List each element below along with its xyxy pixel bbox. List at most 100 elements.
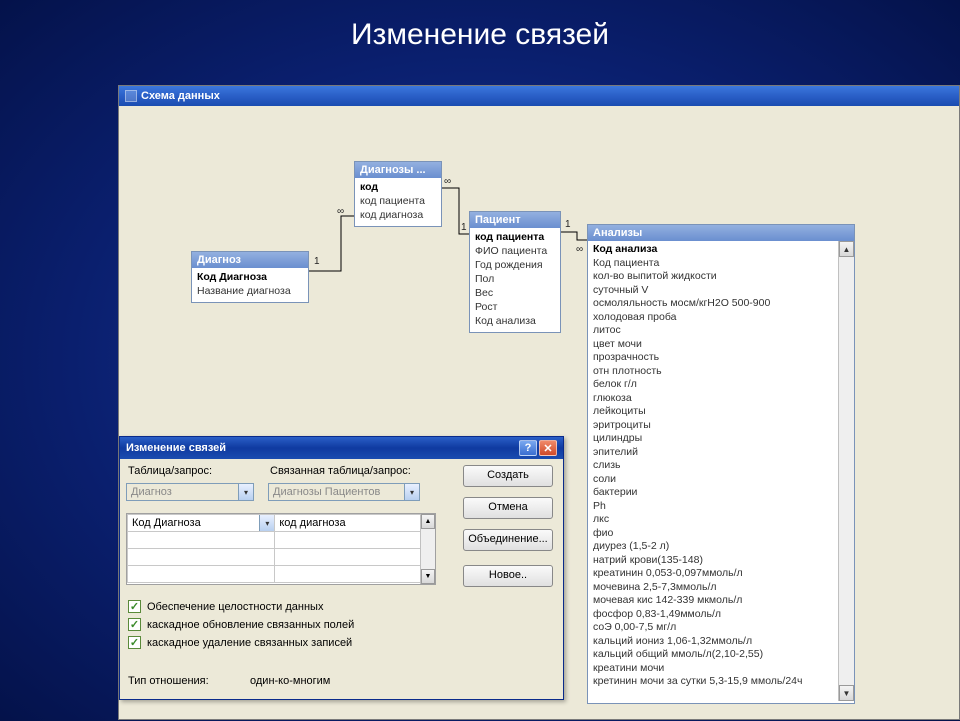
field-mapping-grid[interactable]: Код Диагноза ▾ код диагноза ▲ ▼	[126, 513, 436, 585]
chevron-down-icon[interactable]: ▾	[404, 484, 419, 500]
schema-title-text: Схема данных	[141, 90, 220, 102]
dialog-title-text: Изменение связей	[126, 442, 226, 454]
field[interactable]: бактерии	[593, 486, 833, 500]
field[interactable]: креатини мочи	[593, 662, 833, 676]
analizy-scrollbar[interactable]: ▲ ▼	[838, 241, 854, 701]
field[interactable]: фио	[593, 527, 833, 541]
field[interactable]: белок г/л	[593, 378, 833, 392]
grid-cell-right-0[interactable]: код диагноза	[275, 515, 435, 532]
cardinality-one: 1	[314, 256, 320, 267]
grid-cell[interactable]	[128, 532, 275, 549]
grid-scrollbar[interactable]: ▲ ▼	[420, 514, 435, 584]
grid-cell[interactable]	[275, 532, 435, 549]
table-analizy[interactable]: Анализы Код анализаКод пациентакол-во вы…	[587, 224, 855, 704]
field[interactable]: мочевая кис 142-339 мкмоль/л	[593, 594, 833, 608]
grid-cell[interactable]	[128, 566, 275, 583]
field[interactable]: Код Диагноза	[197, 270, 303, 284]
field[interactable]: цилиндры	[593, 432, 833, 446]
field[interactable]: холодовая проба	[593, 311, 833, 325]
combo-right-table[interactable]: Диагнозы Пациентов ▾	[268, 483, 420, 501]
scroll-down-icon[interactable]: ▼	[421, 569, 435, 584]
create-button[interactable]: Создать	[463, 465, 553, 487]
field[interactable]: лкс	[593, 513, 833, 527]
field[interactable]: Название диагноза	[197, 284, 303, 298]
field[interactable]: эпителий	[593, 446, 833, 460]
new-button[interactable]: Новое..	[463, 565, 553, 587]
cardinality-many: ∞	[444, 176, 451, 187]
table-diagnozy-header[interactable]: Диагнозы ...	[355, 162, 441, 178]
slide-title: Изменение связей	[0, 0, 960, 62]
scroll-down-icon[interactable]: ▼	[839, 685, 854, 701]
window-icon	[125, 90, 137, 102]
schema-canvas[interactable]: Диагноз Код Диагноза Название диагноза 1…	[119, 106, 959, 719]
cancel-button[interactable]: Отмена	[463, 497, 553, 519]
check-cascade-delete[interactable]: ✓ каскадное удаление связанных записей	[128, 636, 354, 649]
field[interactable]: кальций общий ммоль/л(2,10-2,55)	[593, 648, 833, 662]
label-table-query: Таблица/запрос:	[128, 465, 212, 477]
schema-titlebar[interactable]: Схема данных	[119, 86, 959, 106]
combo-left-value: Диагноз	[131, 486, 172, 498]
field[interactable]: Пол	[475, 272, 555, 286]
field[interactable]: Год рождения	[475, 258, 555, 272]
field[interactable]: ФИО пациента	[475, 244, 555, 258]
field[interactable]: лейкоциты	[593, 405, 833, 419]
field[interactable]: Ph	[593, 500, 833, 514]
schema-data-window: Схема данных Диагноз Код Диагноза Назван…	[118, 85, 960, 720]
field[interactable]: Код пациента	[593, 257, 833, 271]
field[interactable]: соли	[593, 473, 833, 487]
checkbox-icon[interactable]: ✓	[128, 636, 141, 649]
check-cascade-update[interactable]: ✓ каскадное обновление связанных полей	[128, 618, 354, 631]
table-diagnoz[interactable]: Диагноз Код Диагноза Название диагноза	[191, 251, 309, 303]
field[interactable]: кретинин мочи за сутки 5,3-15,9 ммоль/24…	[593, 675, 833, 689]
close-button[interactable]: ✕	[539, 440, 557, 456]
table-patient[interactable]: Пациент код пациента ФИО пациента Год ро…	[469, 211, 561, 333]
field[interactable]: натрий крови(135-148)	[593, 554, 833, 568]
table-diagnozy[interactable]: Диагнозы ... код код пациента код диагно…	[354, 161, 442, 227]
field[interactable]: фосфор 0,83-1,49ммоль/л	[593, 608, 833, 622]
field[interactable]: код пациента	[360, 194, 436, 208]
label-related-table-query: Связанная таблица/запрос:	[270, 465, 411, 477]
join-button[interactable]: Объединение...	[463, 529, 553, 551]
edit-relationships-dialog: Изменение связей ? ✕ Таблица/запрос: Свя…	[119, 436, 564, 700]
cardinality-one: 1	[565, 219, 571, 230]
field[interactable]: код	[360, 180, 436, 194]
field[interactable]: Код анализа	[475, 314, 555, 328]
field[interactable]: Рост	[475, 300, 555, 314]
grid-cell[interactable]	[128, 549, 275, 566]
field[interactable]: код диагноза	[360, 208, 436, 222]
checkbox-icon[interactable]: ✓	[128, 618, 141, 631]
grid-cell[interactable]	[275, 549, 435, 566]
scroll-up-icon[interactable]: ▲	[839, 241, 854, 257]
field[interactable]: кол-во выпитой жидкости	[593, 270, 833, 284]
table-analizy-header[interactable]: Анализы	[588, 225, 854, 241]
scroll-up-icon[interactable]: ▲	[421, 514, 435, 529]
field[interactable]: соЭ 0,00-7,5 мг/л	[593, 621, 833, 635]
field[interactable]: Код анализа	[593, 243, 833, 257]
grid-cell[interactable]	[275, 566, 435, 583]
combo-left-table[interactable]: Диагноз ▾	[126, 483, 254, 501]
field[interactable]: прозрачность	[593, 351, 833, 365]
field[interactable]: осмоляльность мосм/кгН2О 500-900	[593, 297, 833, 311]
checkbox-icon[interactable]: ✓	[128, 600, 141, 613]
field[interactable]: цвет мочи	[593, 338, 833, 352]
table-diagnoz-header[interactable]: Диагноз	[192, 252, 308, 268]
grid-cell-left-0[interactable]: Код Диагноза ▾	[128, 515, 275, 532]
field[interactable]: отн плотность	[593, 365, 833, 379]
field[interactable]: мочевина 2,5-7,3ммоль/л	[593, 581, 833, 595]
help-button[interactable]: ?	[519, 440, 537, 456]
field[interactable]: диурез (1,5-2 л)	[593, 540, 833, 554]
chevron-down-icon[interactable]: ▾	[238, 484, 253, 500]
field[interactable]: код пациента	[475, 230, 555, 244]
dialog-titlebar[interactable]: Изменение связей ? ✕	[120, 437, 563, 459]
field[interactable]: эритроциты	[593, 419, 833, 433]
chevron-down-icon[interactable]: ▾	[259, 515, 274, 531]
field[interactable]: суточный V	[593, 284, 833, 298]
table-patient-header[interactable]: Пациент	[470, 212, 560, 228]
field[interactable]: креатинин 0,053-0,097ммоль/л	[593, 567, 833, 581]
field[interactable]: Вес	[475, 286, 555, 300]
check-integrity[interactable]: ✓ Обеспечение целостности данных	[128, 600, 354, 613]
field[interactable]: литос	[593, 324, 833, 338]
field[interactable]: кальций иониз 1,06-1,32ммоль/л	[593, 635, 833, 649]
field[interactable]: слизь	[593, 459, 833, 473]
field[interactable]: глюкоза	[593, 392, 833, 406]
